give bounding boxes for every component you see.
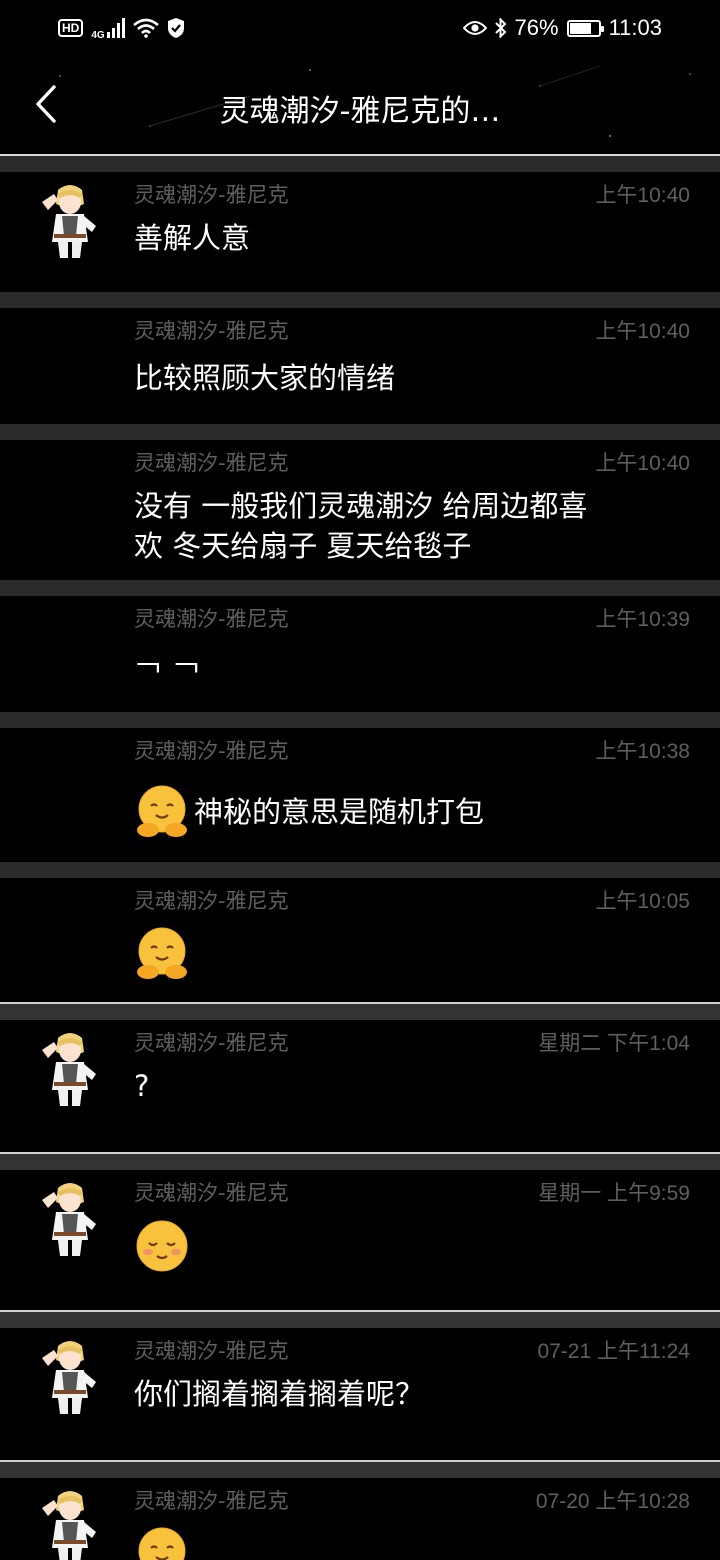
message-time: 07-20 上午10:28 bbox=[535, 1490, 690, 1513]
sender-name: 灵魂潮汐-雅尼克 bbox=[134, 183, 289, 207]
group-separator bbox=[0, 1002, 720, 1020]
network-type-label: 4G bbox=[91, 29, 105, 41]
hugging-face-emoji-icon bbox=[134, 1526, 190, 1560]
message-text-line-1: 没有 一般我们灵魂潮汐 给周边都喜 bbox=[134, 489, 588, 523]
avatar[interactable] bbox=[36, 1178, 104, 1258]
group-separator bbox=[0, 156, 720, 172]
message-text: 你们搁着搁着搁着呢？ bbox=[134, 1377, 425, 1411]
message-time: 上午10:40 bbox=[595, 184, 690, 207]
hd-voice-icon: HD bbox=[58, 19, 84, 37]
sender-name: 灵魂潮汐-雅尼克 bbox=[134, 1339, 289, 1363]
message-time: 星期二 下午1:04 bbox=[538, 1032, 690, 1055]
sender-name: 灵魂潮汐-雅尼克 bbox=[134, 1489, 289, 1513]
wifi-icon bbox=[132, 18, 159, 38]
clock: 11:03 bbox=[608, 15, 662, 40]
sender-name: 灵魂潮汐-雅尼克 bbox=[134, 607, 289, 631]
message-feed[interactable]: 灵魂潮汐-雅尼克 上午10:40 善解人意 灵魂潮汐-雅尼克 上午10:40 比较照… bbox=[0, 156, 720, 1560]
hugging-face-emoji-icon bbox=[134, 784, 190, 840]
group-separator bbox=[0, 424, 720, 440]
message-item[interactable]: 灵魂潮汐-雅尼克 上午10:40 善解人意 bbox=[0, 172, 720, 292]
app-header: 灵魂潮汐-雅尼克的… bbox=[0, 56, 720, 154]
message-text: ? bbox=[134, 1069, 150, 1103]
message-text: 善解人意 bbox=[134, 221, 251, 255]
sender-name: 灵魂潮汐-雅尼克 bbox=[134, 889, 289, 913]
avatar[interactable] bbox=[36, 1028, 104, 1108]
hugging-face-emoji-icon bbox=[134, 926, 190, 982]
message-time: 上午10:38 bbox=[595, 740, 690, 763]
group-separator bbox=[0, 1310, 720, 1328]
message-item[interactable]: 灵魂潮汐-雅尼克 上午10:39 ￢ ￢ bbox=[0, 596, 720, 712]
message-time: 星期一 上午9:59 bbox=[538, 1182, 690, 1205]
message-item[interactable]: 灵魂潮汐-雅尼克 上午10:40 没有 一般我们灵魂潮汐 给周边都喜 欢 冬天给扇… bbox=[0, 440, 720, 580]
shield-check-icon bbox=[167, 17, 185, 39]
message-time: 上午10:05 bbox=[595, 890, 690, 913]
message-text: 比较照顾大家的情绪 bbox=[134, 361, 396, 395]
avatar[interactable] bbox=[36, 1486, 104, 1560]
message-text: 神秘的意思是随机打包 bbox=[194, 795, 485, 829]
message-time: 上午10:40 bbox=[595, 452, 690, 475]
status-left: HD 4G bbox=[58, 16, 185, 41]
page-title: 灵魂潮汐-雅尼克的… bbox=[219, 94, 501, 129]
message-text-line-2: 欢 冬天给扇子 夏天给毯子 bbox=[134, 529, 472, 563]
battery-percent: 76% bbox=[514, 15, 559, 40]
message-time: 上午10:39 bbox=[595, 608, 690, 631]
message-item[interactable]: 灵魂潮汐-雅尼克 上午10:38 神秘的意思是随机打包 bbox=[0, 728, 720, 862]
message-time: 上午10:40 bbox=[595, 320, 690, 343]
sender-name: 灵魂潮汐-雅尼克 bbox=[134, 739, 289, 763]
status-bar: HD 4G 76% 11:03 bbox=[0, 0, 720, 56]
group-separator bbox=[0, 712, 720, 728]
eye-icon bbox=[462, 20, 487, 36]
message-item[interactable]: 灵魂潮汐-雅尼克 上午10:40 比较照顾大家的情绪 bbox=[0, 308, 720, 424]
sender-name: 灵魂潮汐-雅尼克 bbox=[134, 1181, 289, 1205]
battery-icon bbox=[566, 19, 604, 37]
battery-fill bbox=[569, 22, 591, 34]
sender-name: 灵魂潮汐-雅尼克 bbox=[134, 319, 289, 343]
group-separator bbox=[0, 1152, 720, 1170]
status-right: 76% 11:03 bbox=[462, 15, 662, 41]
sender-name: 灵魂潮汐-雅尼克 bbox=[134, 1031, 289, 1055]
sender-name: 灵魂潮汐-雅尼克 bbox=[134, 451, 289, 475]
message-item[interactable]: 灵魂潮汐-雅尼克 星期二 下午1:04 ? bbox=[0, 1020, 720, 1152]
message-item[interactable]: 灵魂潮汐-雅尼克 上午10:05 bbox=[0, 878, 720, 1002]
message-text: ￢ ￢ bbox=[134, 651, 202, 685]
message-item[interactable]: 灵魂潮汐-雅尼克 07-20 上午10:28 bbox=[0, 1478, 720, 1560]
message-item[interactable]: 灵魂潮汐-雅尼克 07-21 上午11:24 你们搁着搁着搁着呢？ bbox=[0, 1328, 720, 1460]
bluetooth-icon bbox=[494, 18, 507, 38]
message-item[interactable]: 灵魂潮汐-雅尼克 星期一 上午9:59 bbox=[0, 1170, 720, 1310]
message-time: 07-21 上午11:24 bbox=[537, 1340, 690, 1363]
avatar[interactable] bbox=[36, 1336, 104, 1416]
group-separator bbox=[0, 292, 720, 308]
relieved-face-emoji-icon bbox=[134, 1218, 190, 1274]
group-separator bbox=[0, 862, 720, 878]
avatar[interactable] bbox=[36, 180, 104, 260]
group-separator bbox=[0, 1460, 720, 1478]
group-separator bbox=[0, 580, 720, 596]
cell-signal-icon bbox=[106, 18, 125, 38]
